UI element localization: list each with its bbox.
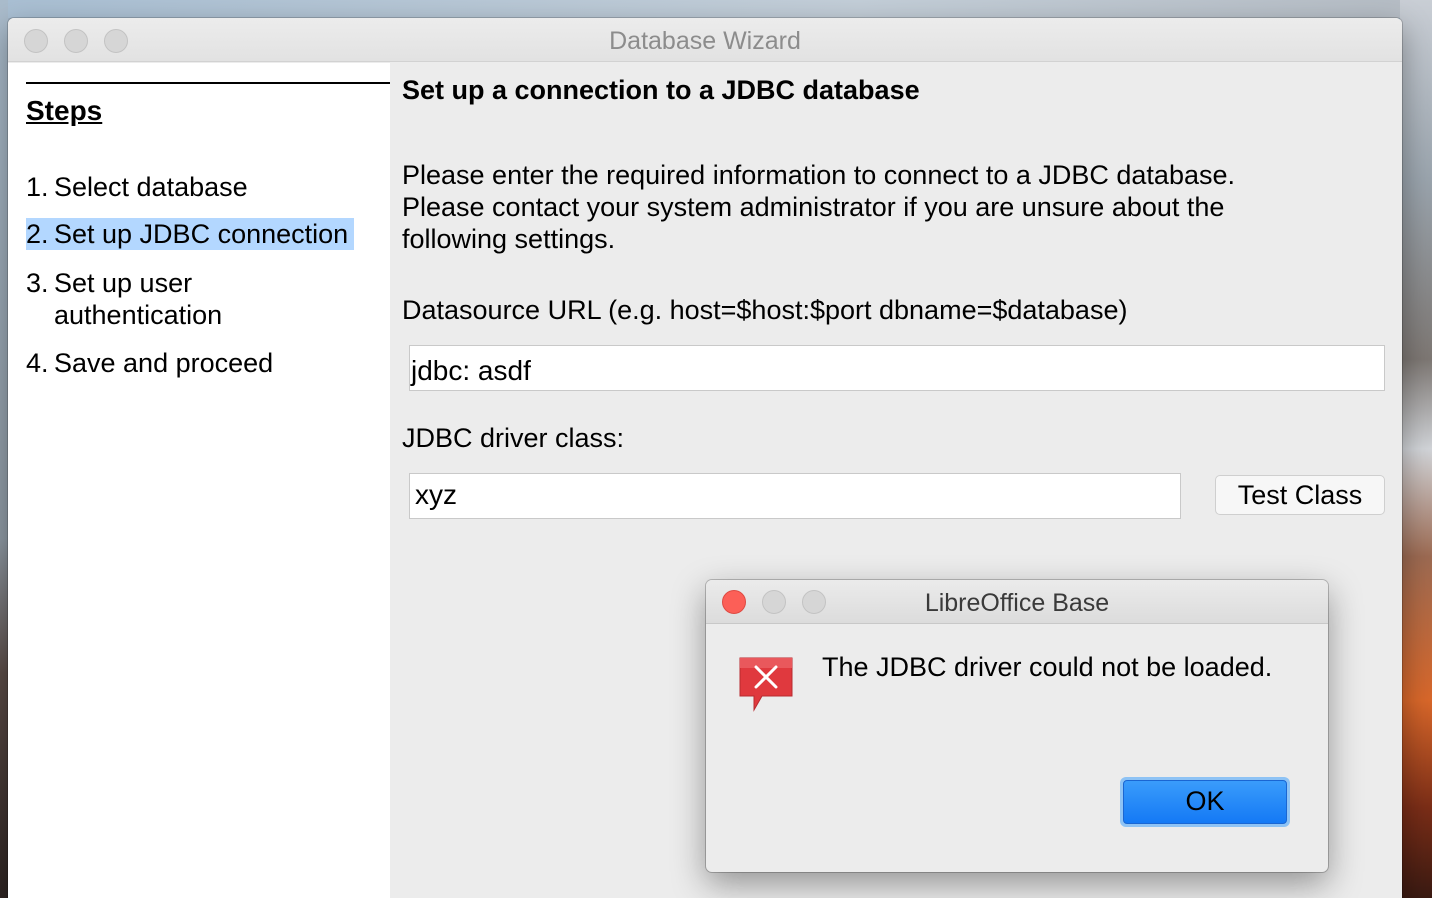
step-save-and-proceed[interactable]: 4. Save and proceed <box>26 347 273 379</box>
step-set-up-jdbc-connection[interactable]: 2. Set up JDBC connection <box>26 218 355 250</box>
desktop-background-left <box>0 0 8 898</box>
dialog-message: The JDBC driver could not be loaded. <box>822 652 1273 682</box>
dialog-title: LibreOffice Base <box>924 589 1110 617</box>
window-title: Database Wizard <box>609 27 801 55</box>
error-dialog: LibreOffice Base The JDBC driver could n… <box>706 580 1328 872</box>
datasource-url-label: Datasource URL (e.g. host=$host:$port db… <box>402 295 1128 325</box>
error-icon <box>739 657 793 712</box>
desktop-background-right <box>1400 0 1432 898</box>
desktop-background <box>0 0 1432 18</box>
jdbc-driver-class-label: JDBC driver class: <box>402 423 625 453</box>
jdbc-driver-class-input[interactable]: xyz <box>409 473 1181 519</box>
step-label: Set up JDBC connection <box>54 219 349 249</box>
step-label: Select database <box>54 172 248 202</box>
step-number: 3. <box>26 268 49 298</box>
instructions-line-1: Please enter the required information to… <box>402 160 1235 190</box>
instructions-line-3: following settings. <box>402 224 616 254</box>
step-number: 4. <box>26 348 49 378</box>
step-label-line2: authentication <box>54 300 223 330</box>
step-select-database[interactable]: 1. Select database <box>26 171 248 203</box>
dialog-titlebar[interactable]: LibreOffice Base <box>706 580 1328 624</box>
step-number: 2. <box>26 219 49 249</box>
steps-sidebar: Steps 1. Select database 2. Set up JDBC co… <box>8 63 390 898</box>
instructions-text: Please enter the required information to… <box>402 159 1382 255</box>
steps-heading: Steps <box>26 95 103 126</box>
ok-button-label: OK <box>1123 780 1287 824</box>
test-class-button[interactable]: Test Class <box>1215 475 1385 515</box>
step-label-line1: Set up user <box>54 268 193 298</box>
window-titlebar[interactable]: Database Wizard <box>8 18 1402 62</box>
step-label: Save and proceed <box>54 348 274 378</box>
step-number: 1. <box>26 172 49 202</box>
sidebar-divider <box>26 82 390 84</box>
step-set-up-user-authentication[interactable]: 3. Set up user authentication <box>26 267 222 331</box>
ok-button[interactable]: OK <box>1120 777 1290 827</box>
instructions-line-2: Please contact your system administrator… <box>402 192 1225 222</box>
datasource-url-input[interactable]: jdbc: asdf <box>409 345 1385 391</box>
page-title: Set up a connection to a JDBC database <box>402 75 920 105</box>
